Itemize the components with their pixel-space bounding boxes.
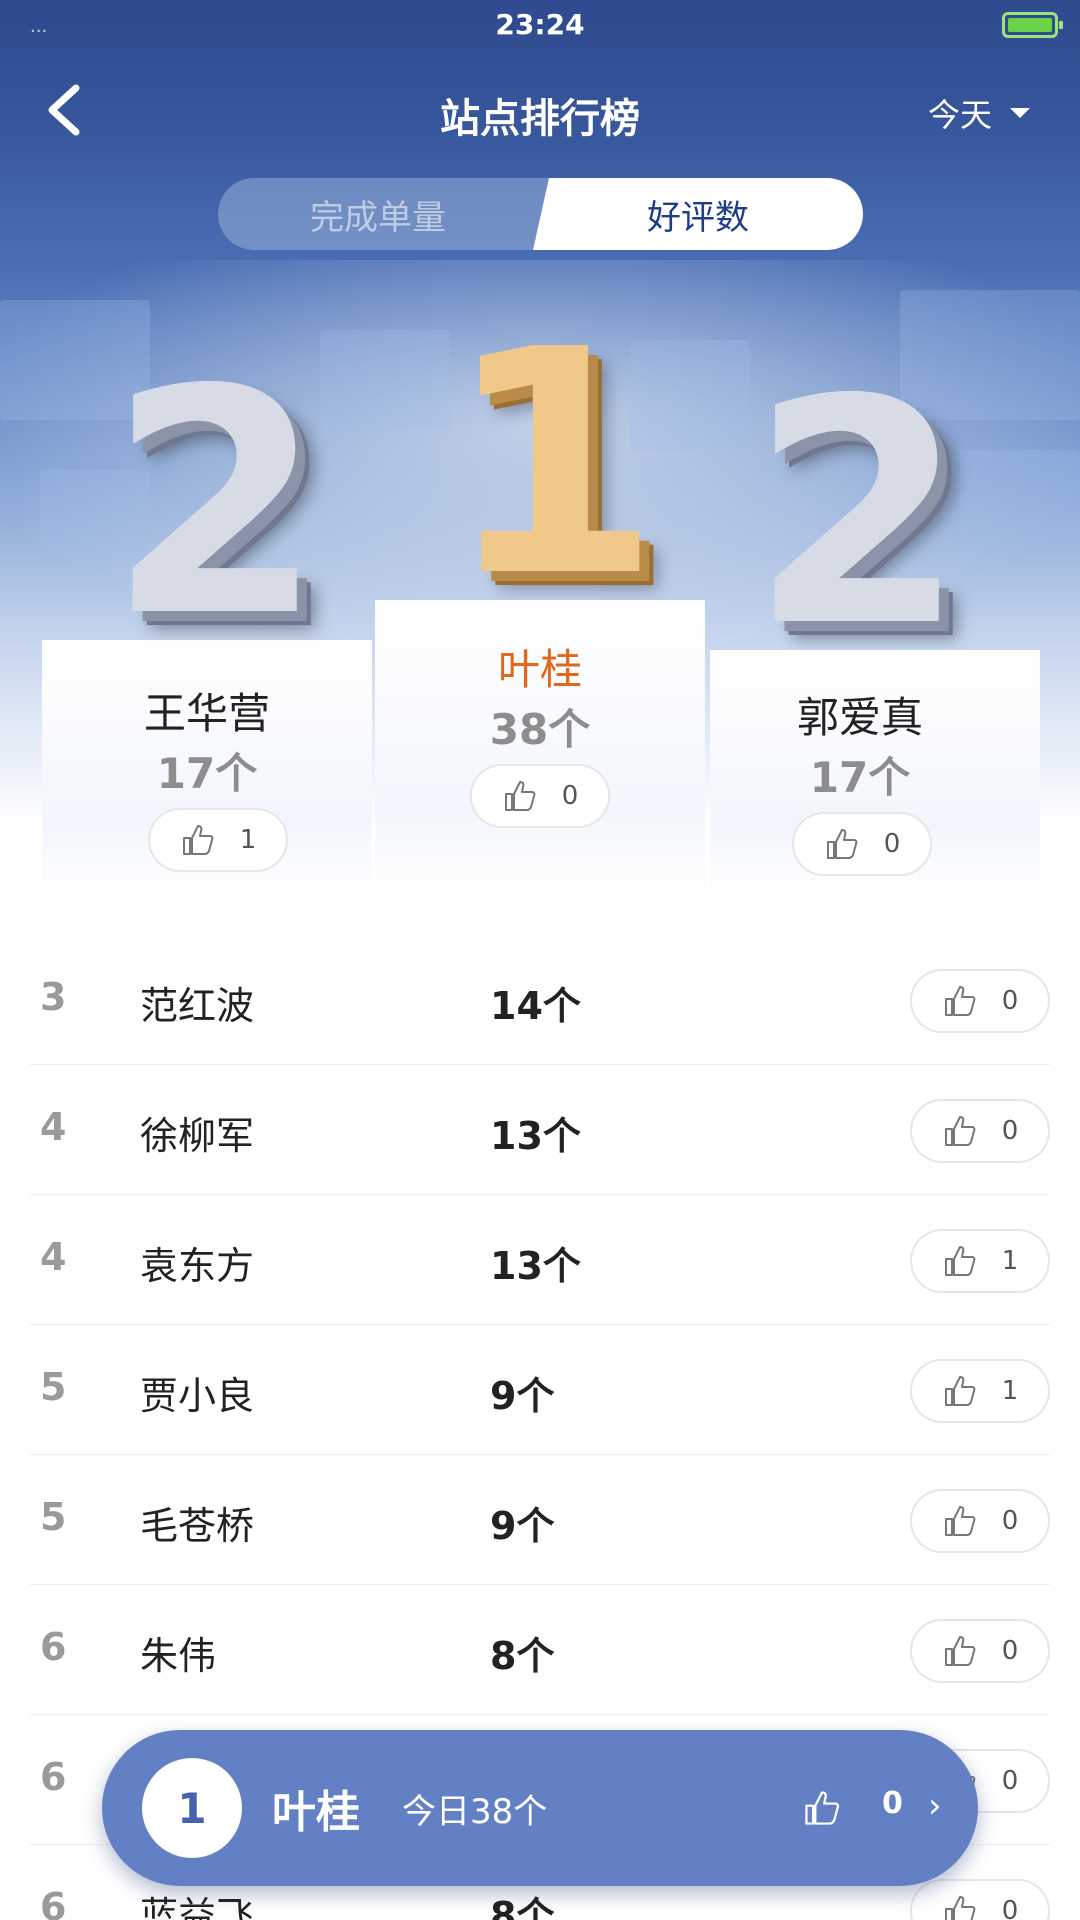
row-name: 贾小良 [140,1374,255,1418]
row-like-count: 1 [1001,1246,1019,1276]
row-like-count: 0 [1001,1896,1019,1920]
row-count: 9个 [490,1374,555,1418]
row-rank: 5 [40,1495,67,1539]
row-like-count: 0 [1001,1506,1019,1536]
page-title: 站点排行榜 [440,96,640,142]
podium-left-count: 17个 [156,749,258,798]
row-rank: 4 [40,1235,67,1279]
thumbs-up-icon [944,1506,976,1536]
thumbs-up-icon [944,1376,976,1406]
row-like-button[interactable]: 0 [910,969,1050,1033]
row-count: 8个 [490,1634,555,1678]
podium-left-like-count: 1 [239,825,257,855]
podium-right-like-button[interactable]: 0 [792,812,932,876]
row-like-button[interactable]: 0 [910,1879,1050,1920]
table-row[interactable]: 3 范红波 14个 0 [30,935,1050,1065]
row-count: 13个 [490,1114,581,1158]
row-count: 14个 [490,984,581,1028]
row-name: 朱伟 [140,1634,217,1678]
podium-left-like-button[interactable]: 1 [148,808,288,872]
row-rank: 6 [40,1755,67,1799]
row-rank: 6 [40,1625,67,1669]
caret-down-icon [1010,108,1030,118]
row-like-button[interactable]: 1 [910,1359,1050,1423]
podium-center-numeral: 1 [445,284,661,645]
row-name: 蓝益飞 [140,1894,255,1920]
podium-center-name: 叶桂 [497,645,582,694]
row-like-count: 0 [1001,1116,1019,1146]
bg-panel [960,450,1080,550]
podium-right-name: 郭爱真 [796,693,923,742]
podium-right-count: 17个 [809,753,911,802]
row-like-count: 0 [1001,1636,1019,1666]
my-rank-bar[interactable]: 1 叶桂 今日38个 0 › [102,1730,978,1886]
row-name: 徐柳军 [140,1114,255,1158]
row-name: 范红波 [140,984,255,1028]
row-rank: 6 [40,1885,67,1920]
thumbs-up-icon [944,1896,976,1920]
row-like-button[interactable]: 1 [910,1229,1050,1293]
row-like-button[interactable]: 0 [910,1619,1050,1683]
row-like-button[interactable]: 0 [910,1099,1050,1163]
thumbs-up-icon [805,1791,840,1825]
table-row[interactable]: 4 徐柳军 13个 0 [30,1065,1050,1195]
metric-tabs: 完成单量 好评数 [218,178,863,250]
row-rank: 3 [40,975,67,1019]
row-name: 袁东方 [140,1244,255,1288]
row-count: 13个 [490,1244,581,1288]
row-like-button[interactable]: 0 [910,1489,1050,1553]
thumbs-up-icon [504,781,536,811]
my-like-count: 0 [882,1786,903,1821]
podium-left-numeral: 2 [108,324,324,685]
podium-right-numeral: 2 [750,334,966,695]
row-name: 毛苍桥 [140,1504,255,1548]
date-filter-label: 今天 [927,96,992,134]
tab-completed-orders[interactable]: 完成单量 [218,178,558,250]
row-count: 8个 [490,1894,555,1920]
podium-left-name: 王华营 [143,689,270,738]
thumbs-up-icon [182,825,214,855]
podium-right-like-count: 0 [883,829,901,859]
podium-center-like-button[interactable]: 0 [470,764,610,828]
table-row[interactable]: 5 贾小良 9个 1 [30,1325,1050,1455]
table-row[interactable]: 4 袁东方 13个 1 [30,1195,1050,1325]
bg-panel [320,330,450,430]
my-today-count: 今日38个 [402,1792,548,1832]
row-like-count: 1 [1001,1376,1019,1406]
row-rank: 4 [40,1105,67,1149]
my-rank-badge: 1 [142,1758,242,1858]
table-row[interactable]: 5 毛苍桥 9个 0 [30,1455,1050,1585]
thumbs-up-icon [944,1636,976,1666]
status-time: 23:24 [495,8,585,41]
battery-icon [1002,12,1063,38]
row-like-count: 0 [1001,1766,1019,1796]
podium-center-count: 38个 [489,705,591,754]
my-name: 叶桂 [272,1787,360,1838]
thumbs-up-icon [944,1246,976,1276]
tab-positive-reviews[interactable]: 好评数 [533,178,863,250]
row-count: 9个 [490,1504,555,1548]
podium-center-like-count: 0 [561,781,579,811]
row-like-count: 0 [1001,986,1019,1016]
thumbs-up-icon [826,829,858,859]
thumbs-up-icon [944,1116,976,1146]
chevron-right-icon: › [928,1786,942,1826]
table-row[interactable]: 6 朱伟 8个 0 [30,1585,1050,1715]
date-filter-dropdown[interactable]: 今天 [928,90,1030,136]
row-rank: 5 [40,1365,67,1409]
thumbs-up-icon [944,986,976,1016]
